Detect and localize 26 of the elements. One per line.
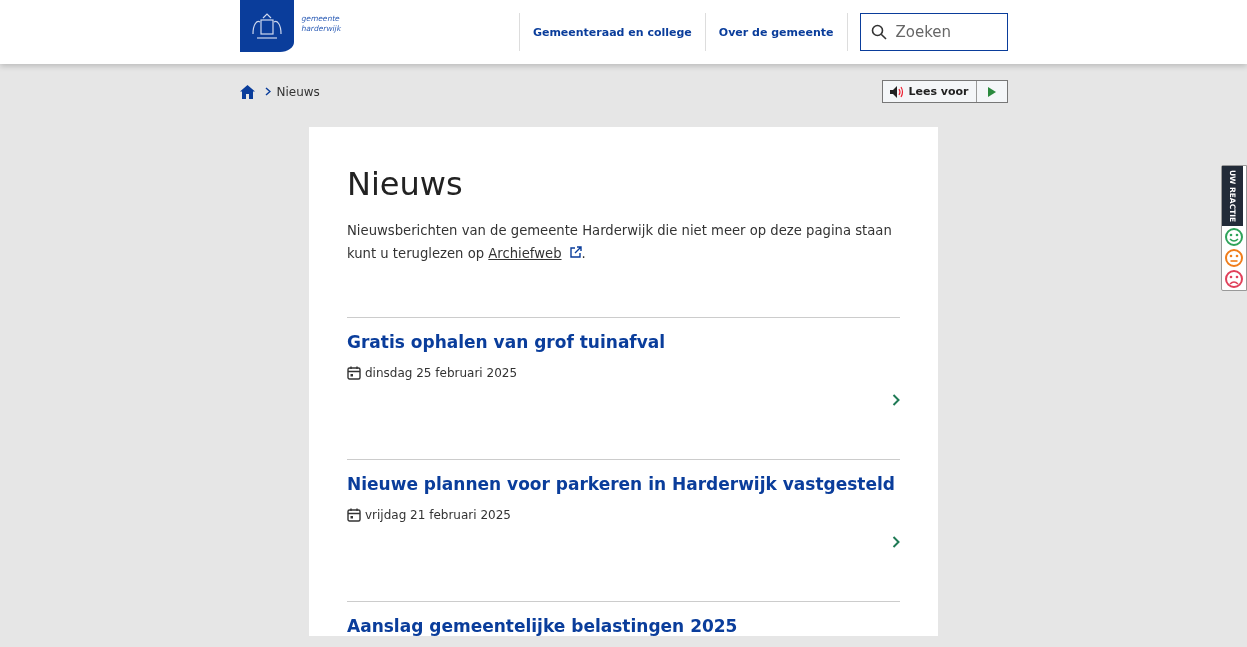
nav-link[interactable]: Over de gemeente [704,13,847,51]
chevron-icon [264,87,271,96]
news-title-link[interactable]: Gratis ophalen van grof tuinafval [347,332,900,352]
sad-face-icon[interactable] [1224,269,1244,290]
play-icon [987,86,996,97]
news-title-link[interactable]: Nieuwe plannen voor parkeren in Harderwijk vastgesteld [347,474,900,494]
chevron-right-icon[interactable] [892,394,900,406]
archive-link[interactable]: Archiefweb [488,246,582,261]
coat-of-arms-logo[interactable] [239,0,294,52]
calendar-icon [347,508,361,522]
intro-text: Nieuwsberichten van de gemeente Harderwijk die niet meer op deze pagina staan kunt u teruglezen op Archiefweb . [347,222,893,263]
neutral-face-icon[interactable] [1224,248,1244,269]
home-icon[interactable] [239,84,255,99]
search-field[interactable]: Zoeken [859,13,1008,51]
page-title: Nieuws [347,165,464,203]
news-date: vrijdag 21 februari 2025 [365,508,511,522]
chevron-right-icon[interactable] [892,536,900,548]
external-link-icon [569,246,582,258]
calendar-icon [347,366,361,380]
speaker-icon [890,85,906,98]
happy-face-icon[interactable] [1224,227,1244,248]
nav-link[interactable]: Gemeenteraad en college [518,13,705,51]
news-title-link[interactable]: Aanslag gemeentelijke belastingen 2025 [347,616,900,636]
news-date: dinsdag 25 februari 2025 [365,366,518,380]
search-icon [870,24,887,40]
breadcrumb-current: Nieuws [276,84,320,99]
